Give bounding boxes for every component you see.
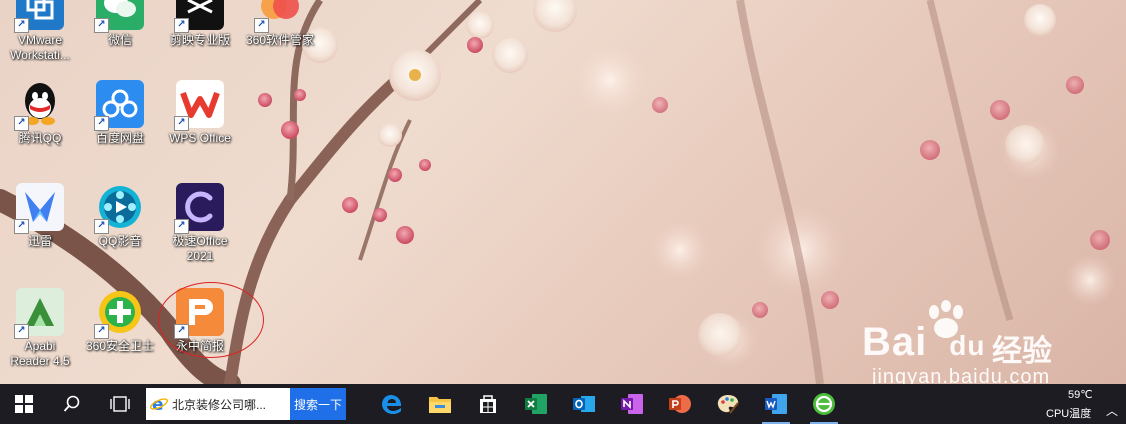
show-hidden-icons-chevron-icon[interactable]: ︿ — [1106, 402, 1118, 419]
desktop-icon-360-security[interactable]: ↗ 360安全卫士 — [80, 288, 160, 354]
shortcut-arrow-icon: ↗ — [14, 324, 29, 339]
taskbar-app-excel[interactable] — [512, 384, 560, 424]
windows-logo-icon — [15, 395, 33, 413]
vmware-icon: ↗ — [14, 0, 64, 33]
desktop-icon-jisu-office[interactable]: ↗ 极速Office 2021 — [160, 183, 240, 264]
shortcut-arrow-icon: ↗ — [94, 116, 109, 131]
shortcut-arrow-icon: ↗ — [254, 18, 269, 33]
word-icon — [765, 394, 787, 414]
search-query-text[interactable]: 北京装修公司哪... — [172, 396, 272, 413]
desktop-icon-label: Apabi Reader 4.5 — [10, 339, 70, 368]
taskbar-app-store[interactable] — [464, 384, 512, 424]
start-button[interactable] — [0, 384, 48, 424]
watermark-brand: Bai du — [862, 320, 986, 364]
desktop-icon-baidu-netdisk[interactable]: ↗ 百度网盘 — [80, 80, 160, 146]
search-button[interactable] — [48, 384, 96, 424]
search-icon — [63, 395, 80, 412]
wps-icon: ↗ — [174, 80, 224, 131]
system-tray: 59℃ CPU温度 ︿ — [1026, 384, 1126, 424]
desktop-icon-label: 腾讯QQ — [18, 131, 62, 145]
360-software-icon: ↗ — [254, 0, 304, 33]
taskbar-app-360-browser[interactable] — [800, 384, 848, 424]
search-submit-button[interactable]: 搜索一下 — [290, 388, 346, 420]
jisu-office-icon: ↗ — [174, 183, 224, 234]
shortcut-arrow-icon: ↗ — [174, 116, 189, 131]
desktop-icon-label: 360安全卫士 — [85, 339, 155, 353]
desktop-icon-label: QQ影音 — [98, 234, 142, 248]
qq-player-icon: ↗ — [94, 183, 144, 234]
desktop-icon-label: 微信 — [107, 33, 132, 47]
desktop-icon-label: 极速Office 2021 — [172, 234, 228, 263]
excel-icon — [525, 394, 547, 414]
desktop-icon-qq[interactable]: ↗ 腾讯QQ — [0, 80, 80, 146]
shortcut-arrow-icon: ↗ — [14, 219, 29, 234]
desktop-icon-label: 剪映专业版 — [169, 33, 230, 47]
taskbar-app-onenote[interactable] — [608, 384, 656, 424]
desktop-icon-label: WPS Office — [169, 131, 231, 145]
desktop-icon-xunlei[interactable]: ↗ 迅雷 — [0, 183, 80, 249]
edge-icon — [382, 395, 401, 414]
taskbar: e 北京装修公司哪... 搜索一下 59℃ CPU温度 ︿ — [0, 384, 1126, 424]
file-explorer-icon — [429, 397, 451, 413]
taskbar-app-outlook[interactable] — [560, 384, 608, 424]
desktop-icon-label: 百度网盘 — [95, 131, 144, 145]
desktop-icon-vmware[interactable]: ↗ VMware Workstati... — [0, 0, 80, 63]
desktop-icon-wechat[interactable]: ↗ 微信 — [80, 0, 160, 48]
qq-icon: ↗ — [14, 80, 64, 131]
taskbar-app-powerpoint[interactable] — [656, 384, 704, 424]
powerpoint-icon — [669, 395, 691, 413]
onenote-icon — [621, 394, 643, 414]
cpu-temperature-value: 59℃ — [1068, 389, 1093, 401]
desktop-icon-qq-player[interactable]: ↗ QQ影音 — [80, 183, 160, 249]
360-browser-icon — [813, 393, 835, 415]
store-icon — [480, 395, 496, 413]
desktop-icon-label: 360软件管家 — [245, 33, 315, 47]
shortcut-arrow-icon: ↗ — [14, 18, 29, 33]
task-view-icon — [110, 396, 130, 412]
task-view-button[interactable] — [96, 384, 144, 424]
desktop-icon-label: VMware Workstati... — [10, 33, 70, 62]
browser-search-bar[interactable]: e 北京装修公司哪... 搜索一下 — [146, 388, 346, 420]
shortcut-arrow-icon: ↗ — [94, 324, 109, 339]
360-security-icon: ↗ — [94, 288, 144, 339]
svg-text:e: e — [152, 395, 164, 413]
cpu-temperature-label: CPU温度 — [1046, 408, 1092, 420]
taskbar-app-paint[interactable] — [704, 384, 752, 424]
jianying-icon: ↗ — [174, 0, 224, 33]
annotation-circle — [158, 282, 264, 358]
desktop-icon-label: 迅雷 — [27, 234, 52, 248]
desktop-icon-jianying[interactable]: ↗ 剪映专业版 — [160, 0, 240, 48]
outlook-icon — [573, 396, 595, 412]
baidu-jingyan-watermark: Bai du 经验 jingyan.baidu.com — [862, 300, 1102, 390]
watermark-chinese: 经验 — [992, 335, 1052, 368]
desktop-icon-apabi[interactable]: ↗ Apabi Reader 4.5 — [0, 288, 80, 369]
ie-icon: e — [146, 388, 172, 420]
shortcut-arrow-icon: ↗ — [174, 18, 189, 33]
apabi-icon: ↗ — [14, 288, 64, 339]
taskbar-app-edge[interactable] — [368, 384, 416, 424]
paint-icon — [717, 395, 739, 414]
taskbar-app-file-explorer[interactable] — [416, 384, 464, 424]
desktop-icon-360-software[interactable]: ↗ 360软件管家 — [240, 0, 320, 48]
shortcut-arrow-icon: ↗ — [14, 116, 29, 131]
baidu-netdisk-icon: ↗ — [94, 80, 144, 131]
shortcut-arrow-icon: ↗ — [94, 18, 109, 33]
shortcut-arrow-icon: ↗ — [174, 219, 189, 234]
desktop-icon-wps[interactable]: ↗ WPS Office — [160, 80, 240, 146]
xunlei-icon: ↗ — [14, 183, 64, 234]
wechat-icon: ↗ — [94, 0, 144, 33]
taskbar-app-word[interactable] — [752, 384, 800, 424]
shortcut-arrow-icon: ↗ — [94, 219, 109, 234]
